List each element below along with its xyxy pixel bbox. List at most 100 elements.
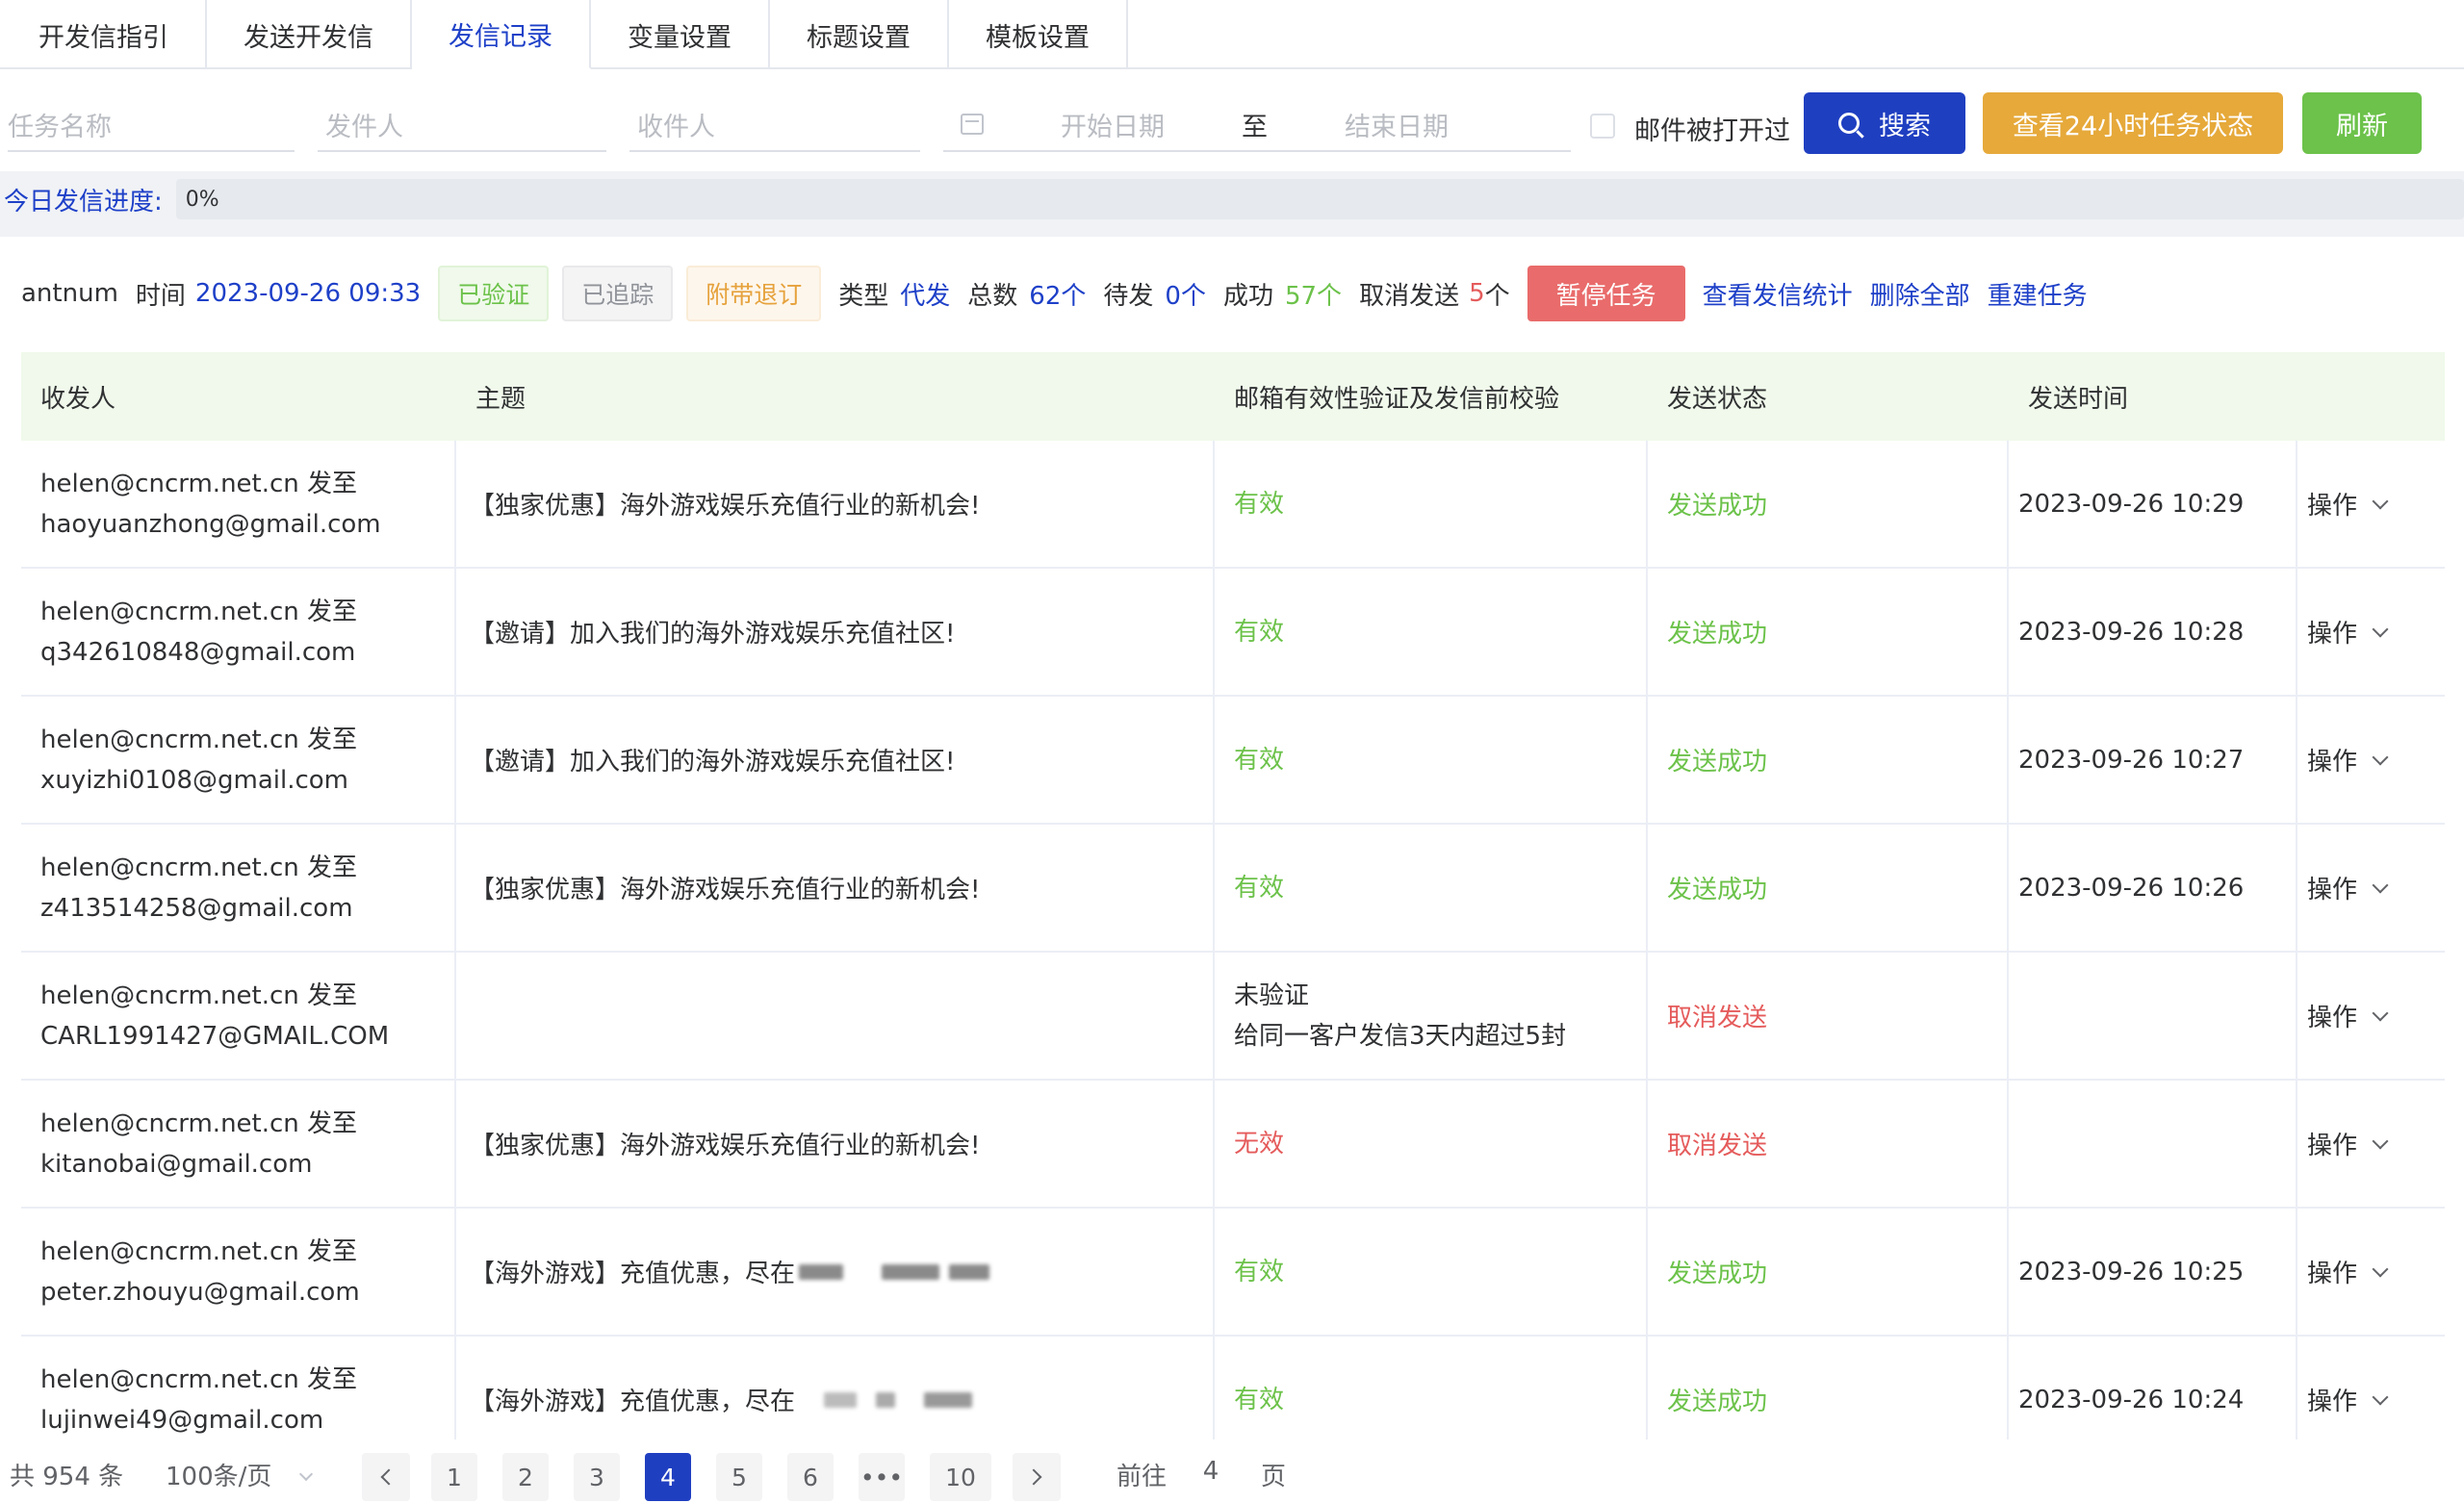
actions-dropdown[interactable]: 操作 [2307,1382,2389,1417]
actions-dropdown[interactable]: 操作 [2307,1254,2389,1289]
status-cell: 发送成功 [1648,569,2009,695]
sender-recipient-cell: helen@cncrm.net.cn 发至 xuyizhi0108@gmail.c… [21,697,456,823]
tab-guide[interactable]: 开发信指引 [0,0,207,69]
subject-cell: 【邀请】加入我们的海外游戏娱乐充值社区! [456,569,1215,695]
next-page-button[interactable] [1013,1453,1061,1501]
actions-cell: 操作 [2297,569,2445,695]
actions-dropdown[interactable]: 操作 [2307,1126,2389,1161]
rebuild-task-link[interactable]: 重建任务 [1988,276,2088,312]
tab-titles[interactable]: 标题设置 [770,0,949,69]
page-unit-label: 页 [1261,1463,1287,1491]
subject-cell: 【独家优惠】海外游戏娱乐充值行业的新机会! [456,441,1215,567]
goto-page-input[interactable]: 4 [1186,1457,1236,1486]
recipient-email: kitanobai@gmail.com [40,1149,313,1179]
validation-result: 有效 [1234,1385,1285,1414]
date-range-picker[interactable]: 开始日期 至 结束日期 [943,98,1571,152]
pause-task-button[interactable]: 暂停任务 [1527,266,1685,321]
tab-send[interactable]: 发送开发信 [207,0,412,69]
sender-text: helen@cncrm.net.cn 发至 [40,1364,358,1394]
validation-cell: 有效 [1215,569,1648,695]
subject-text: 【海外游戏】充值优惠，尽在 [470,1260,796,1288]
sender-input[interactable]: 发件人 [318,98,606,152]
actions-label: 操作 [2307,748,2358,777]
page-button-1[interactable]: 1 [431,1453,477,1501]
header-actions [2297,352,2445,441]
page-button-2[interactable]: 2 [502,1453,549,1501]
recipient-email: xuyizhi0108@gmail.com [40,765,348,795]
filter-bar: 任务名称 发件人 收件人 开始日期 至 结束日期 邮件被打开过 搜索 查看24小… [0,69,2464,171]
validation-cell: 未验证 给同一客户发信3天内超过5封 [1215,953,1648,1079]
send-time-cell [2009,953,2297,1079]
view-24h-status-button[interactable]: 查看24小时任务状态 [1983,92,2283,154]
type-label: 类型 [838,281,889,311]
send-time-cell: 2023-09-26 10:26 [2009,825,2297,951]
calendar-icon [961,114,984,135]
pending-label: 待发 [1103,281,1154,311]
table-row: helen@cncrm.net.cn 发至 xuyizhi0108@gmail.c… [21,697,2445,825]
end-date-input[interactable]: 结束日期 [1345,106,1449,143]
opened-checkbox[interactable] [1590,114,1615,139]
validation-cell: 有效 [1215,1209,1648,1335]
task-name-input[interactable]: 任务名称 [8,98,295,152]
actions-cell: 操作 [2297,825,2445,951]
chevron-right-icon [1025,1468,1042,1486]
success-count: 57个 [1284,281,1343,311]
prev-page-button[interactable] [362,1453,410,1501]
send-time-cell [2009,1081,2297,1207]
search-button-label: 搜索 [1879,111,1931,141]
redacted-text [876,1391,896,1408]
actions-dropdown[interactable]: 操作 [2307,742,2389,777]
sender-text: helen@cncrm.net.cn 发至 [40,469,358,498]
validation-cell: 有效 [1215,825,1648,951]
header-sender-recipient: 收发人 [40,384,116,414]
task-type: 代发 [900,281,951,311]
tab-variables[interactable]: 变量设置 [591,0,770,69]
delete-all-link[interactable]: 删除全部 [1870,276,1970,312]
view-stats-link[interactable]: 查看发信统计 [1703,276,1853,312]
actions-cell: 操作 [2297,953,2445,1079]
validation-note: 给同一客户发信3天内超过5封 [1234,1021,1567,1051]
validation-result: 有效 [1234,617,1285,647]
search-button[interactable]: 搜索 [1804,92,1965,154]
actions-dropdown[interactable]: 操作 [2307,486,2389,522]
opened-checkbox-label[interactable]: 邮件被打开过 [1634,110,1790,147]
validation-result: 有效 [1234,873,1285,903]
status-cell: 发送成功 [1648,825,2009,951]
page-button-10[interactable]: 10 [930,1453,991,1501]
page-button-3[interactable]: 3 [574,1453,620,1501]
redacted-text [949,1263,990,1280]
table-row: helen@cncrm.net.cn 发至 kitanobai@gmail.com… [21,1081,2445,1209]
chevron-down-icon [2372,1005,2389,1021]
table-row: helen@cncrm.net.cn 发至 CARL1991427@GMAIL.C… [21,953,2445,1081]
tab-templates[interactable]: 模板设置 [949,0,1128,69]
status-cell: 发送成功 [1648,697,2009,823]
subject-text: 【邀请】加入我们的海外游戏娱乐充值社区! [470,748,956,777]
page-size-select[interactable]: 100条/页 [166,1457,313,1492]
send-time: 2023-09-26 10:25 [2018,1257,2245,1286]
redacted-text [799,1263,844,1280]
tab-records[interactable]: 发信记录 [412,0,591,69]
actions-dropdown[interactable]: 操作 [2307,614,2389,650]
actions-dropdown[interactable]: 操作 [2307,870,2389,905]
header-validation: 邮箱有效性验证及发信前校验 [1234,384,1560,414]
send-time-cell: 2023-09-26 10:27 [2009,697,2297,823]
page-button-5[interactable]: 5 [716,1453,762,1501]
header-status: 发送状态 [1667,384,1768,414]
start-date-input[interactable]: 开始日期 [1061,106,1165,143]
actions-label: 操作 [2307,1260,2358,1288]
chevron-down-icon [298,1466,313,1482]
progress-label: 今日发信进度: [4,187,163,217]
page-button-4[interactable]: 4 [645,1453,691,1501]
recipient-email: haoyuanzhong@gmail.com [40,509,381,539]
recipient-input[interactable]: 收件人 [629,98,920,152]
actions-dropdown[interactable]: 操作 [2307,998,2389,1033]
daily-progress: 今日发信进度: 0% [0,179,2464,219]
verified-badge: 已验证 [438,266,550,321]
status-cell: 发送成功 [1648,441,2009,567]
refresh-button[interactable]: 刷新 [2302,92,2422,154]
table-body: helen@cncrm.net.cn 发至 haoyuanzhong@gmail.… [21,441,2445,1465]
page-button-6[interactable]: 6 [787,1453,834,1501]
page-ellipsis[interactable]: ••• [859,1453,905,1501]
send-time: 2023-09-26 10:26 [2018,873,2245,903]
task-summary: antnum 时间 2023-09-26 09:33 已验证 已追踪 附带退订 … [21,266,2088,321]
